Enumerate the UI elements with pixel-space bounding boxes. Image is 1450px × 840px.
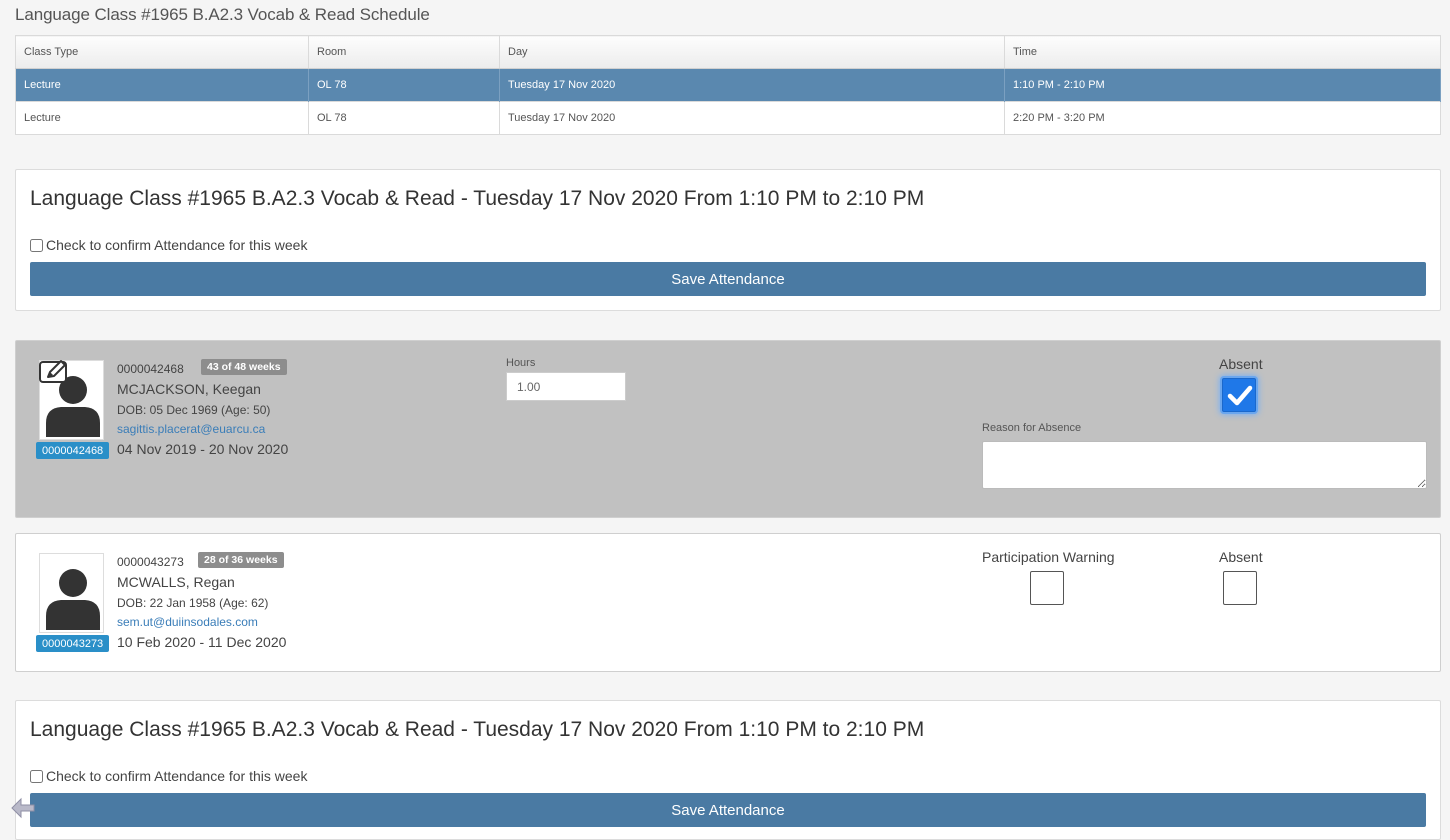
avatar[interactable] bbox=[39, 553, 104, 633]
weeks-badge: 28 of 36 weeks bbox=[198, 552, 284, 568]
hours-input[interactable] bbox=[506, 372, 626, 401]
absent-checkbox[interactable] bbox=[1222, 378, 1256, 412]
student-name: MCJACKSON, Keegan bbox=[117, 381, 261, 397]
attendance-panel-top: Language Class #1965 B.A2.3 Vocab & Read… bbox=[15, 169, 1441, 311]
confirm-attendance-row[interactable]: Check to confirm Attendance for this wee… bbox=[30, 237, 307, 253]
student-dob: DOB: 05 Dec 1969 (Age: 50) bbox=[117, 403, 271, 417]
checkmark-icon bbox=[1227, 385, 1253, 406]
table-row[interactable]: Lecture OL 78 Tuesday 17 Nov 2020 2:20 P… bbox=[15, 101, 1441, 135]
student-card: 0000043273 0000043273 28 of 36 weeks MCW… bbox=[15, 533, 1441, 672]
edit-icon[interactable] bbox=[39, 359, 69, 385]
enrollment-dates: 10 Feb 2020 - 11 Dec 2020 bbox=[117, 634, 287, 650]
participation-warning-checkbox[interactable] bbox=[1030, 571, 1064, 605]
cell-room: OL 78 bbox=[308, 68, 500, 102]
confirm-attendance-label: Check to confirm Attendance for this wee… bbox=[46, 768, 308, 784]
student-id-badge: 0000043273 bbox=[36, 635, 110, 652]
back-arrow-icon[interactable] bbox=[10, 796, 36, 820]
cell-time: 1:10 PM - 2:10 PM bbox=[1004, 68, 1441, 102]
cell-day: Tuesday 17 Nov 2020 bbox=[499, 68, 1005, 102]
table-row[interactable]: Lecture OL 78 Tuesday 17 Nov 2020 1:10 P… bbox=[15, 68, 1441, 102]
reason-for-absence-input[interactable] bbox=[982, 441, 1427, 489]
attendance-heading: Language Class #1965 B.A2.3 Vocab & Read… bbox=[30, 187, 925, 210]
save-attendance-button[interactable]: Save Attendance bbox=[30, 793, 1426, 827]
attendance-panel-bottom: Language Class #1965 B.A2.3 Vocab & Read… bbox=[15, 700, 1441, 840]
column-header-room[interactable]: Room bbox=[308, 35, 500, 69]
confirm-attendance-checkbox[interactable] bbox=[30, 769, 43, 783]
schedule-table: Class Type Room Day Time Lecture OL 78 T… bbox=[15, 35, 1441, 135]
absent-checkbox[interactable] bbox=[1223, 571, 1257, 605]
student-id: 0000043273 bbox=[117, 555, 184, 569]
student-id-badge: 0000042468 bbox=[36, 442, 110, 459]
confirm-attendance-checkbox[interactable] bbox=[30, 238, 43, 252]
student-id: 0000042468 bbox=[117, 362, 184, 376]
absent-label: Absent bbox=[1219, 356, 1263, 372]
student-dob: DOB: 22 Jan 1958 (Age: 62) bbox=[117, 596, 269, 610]
hours-label: Hours bbox=[506, 357, 536, 369]
attendance-heading: Language Class #1965 B.A2.3 Vocab & Read… bbox=[30, 718, 925, 741]
schedule-title: Language Class #1965 B.A2.3 Vocab & Read… bbox=[15, 5, 430, 24]
weeks-badge: 43 of 48 weeks bbox=[201, 359, 287, 375]
cell-class-type: Lecture bbox=[15, 101, 309, 135]
cell-day: Tuesday 17 Nov 2020 bbox=[499, 101, 1005, 135]
confirm-attendance-label: Check to confirm Attendance for this wee… bbox=[46, 237, 308, 253]
reason-for-absence-label: Reason for Absence bbox=[982, 422, 1082, 434]
column-header-time[interactable]: Time bbox=[1004, 35, 1441, 69]
absent-label: Absent bbox=[1219, 549, 1263, 565]
cell-room: OL 78 bbox=[308, 101, 500, 135]
person-icon bbox=[46, 569, 100, 630]
column-header-day[interactable]: Day bbox=[499, 35, 1005, 69]
cell-class-type: Lecture bbox=[15, 68, 309, 102]
student-email-link[interactable]: sem.ut@duiinsodales.com bbox=[117, 615, 258, 629]
cell-time: 2:20 PM - 3:20 PM bbox=[1004, 101, 1441, 135]
student-card: 0000042468 0000042468 43 of 48 weeks MCJ… bbox=[15, 340, 1441, 518]
student-name: MCWALLS, Regan bbox=[117, 574, 235, 590]
enrollment-dates: 04 Nov 2019 - 20 Nov 2020 bbox=[117, 441, 289, 457]
participation-warning-label: Participation Warning bbox=[982, 549, 1115, 565]
confirm-attendance-row[interactable]: Check to confirm Attendance for this wee… bbox=[30, 768, 307, 784]
student-email-link[interactable]: sagittis.placerat@euarcu.ca bbox=[117, 422, 265, 436]
schedule-header-row: Class Type Room Day Time bbox=[15, 35, 1441, 69]
column-header-class-type[interactable]: Class Type bbox=[15, 35, 309, 69]
save-attendance-button[interactable]: Save Attendance bbox=[30, 262, 1426, 296]
